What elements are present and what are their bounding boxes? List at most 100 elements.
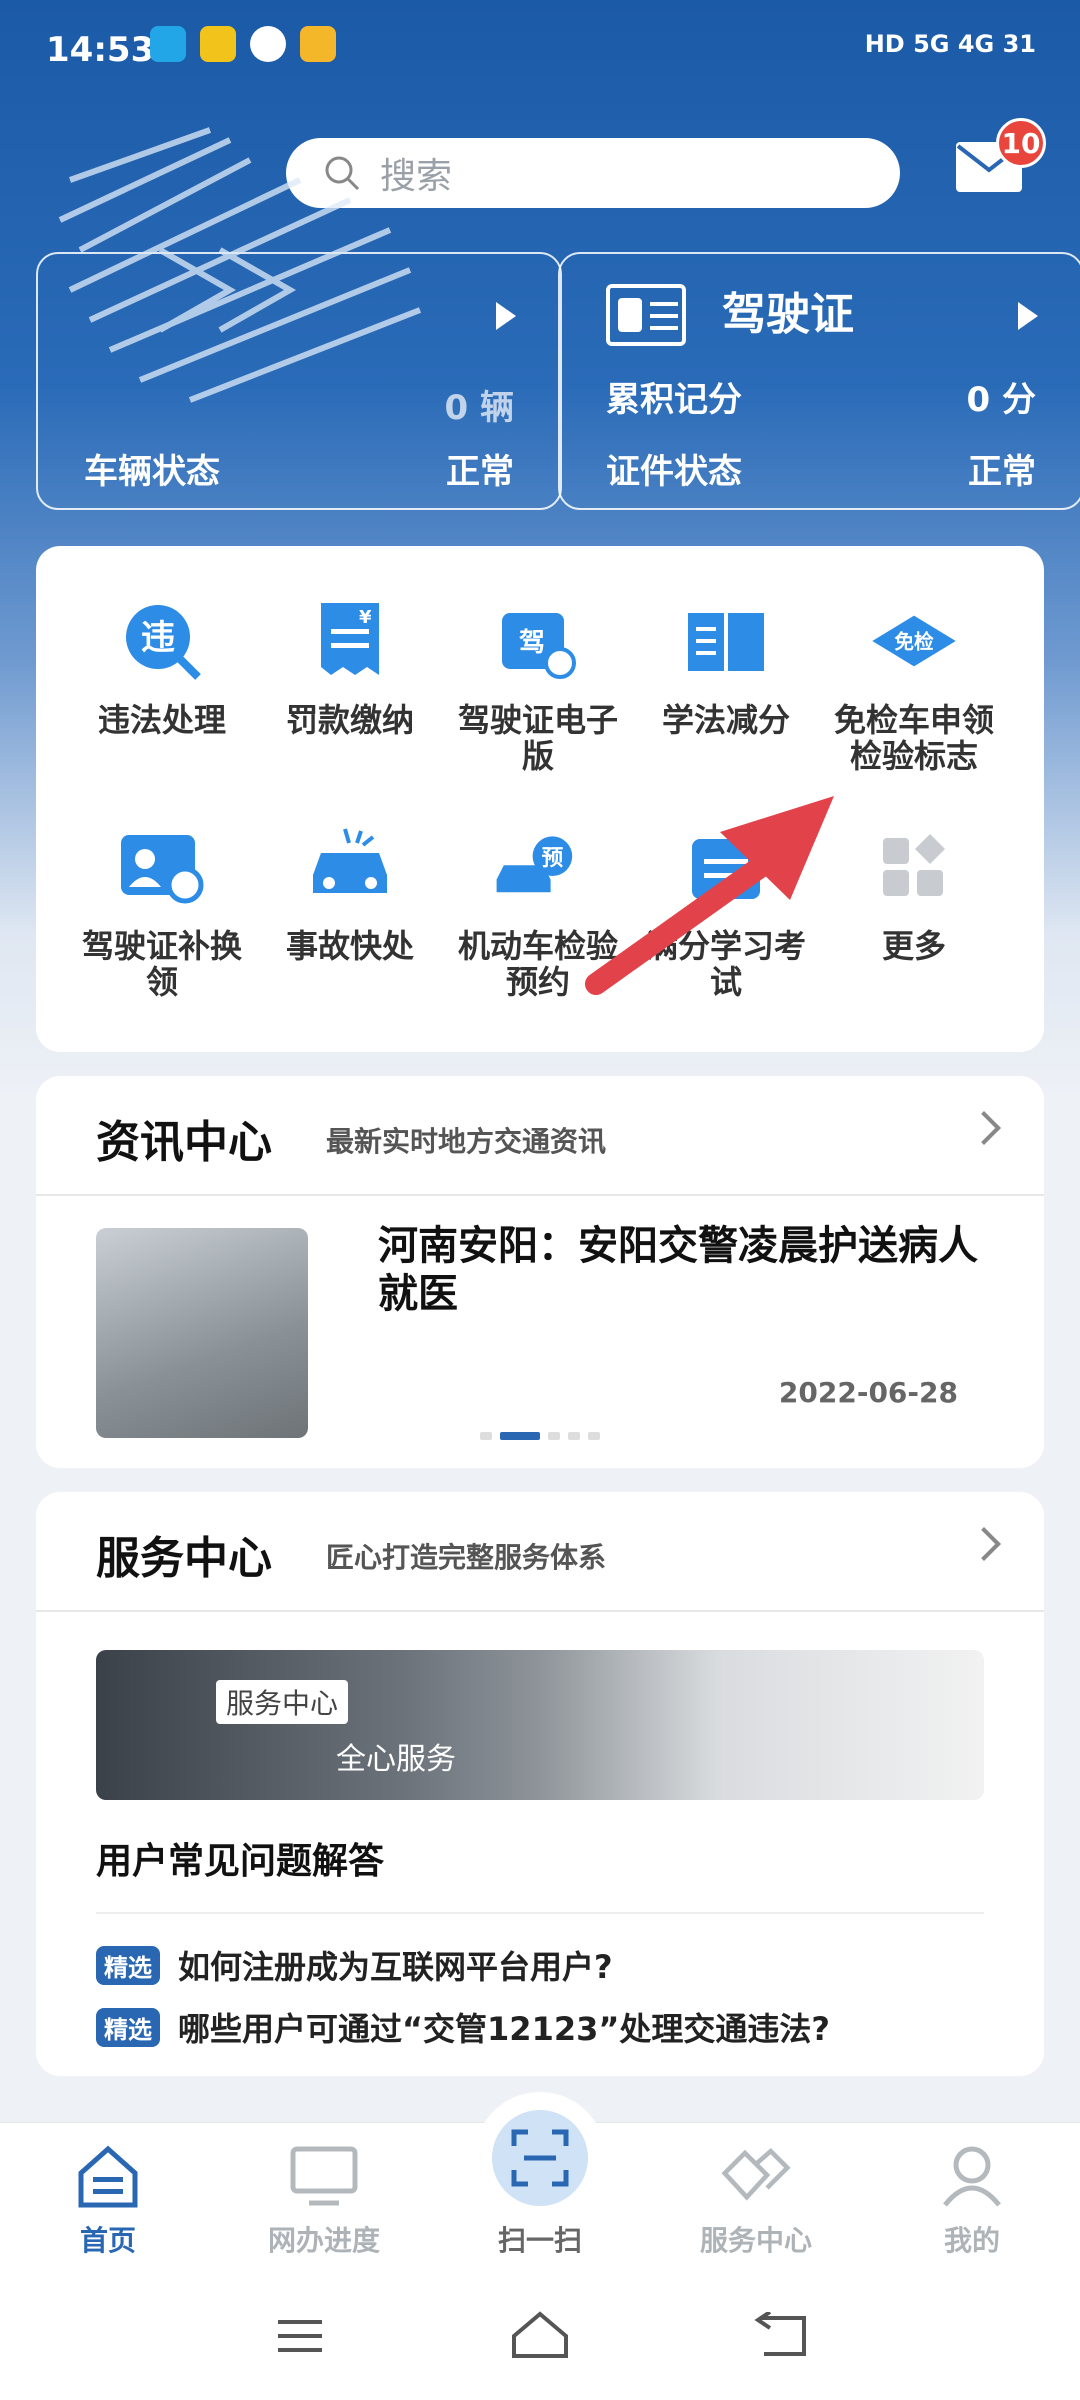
- service-label: 违法处理: [97, 701, 226, 739]
- monitor-icon: [290, 2146, 358, 2206]
- handshake-icon: [721, 2147, 791, 2201]
- violation-icon: 违: [126, 605, 201, 680]
- status-indicators: HD 5G 4G 31: [864, 30, 1036, 58]
- tab-label: 我的: [943, 2224, 1000, 2257]
- tab-label: 扫一扫: [497, 2224, 582, 2257]
- svg-text:¥: ¥: [359, 607, 372, 628]
- license-card-arrow-icon: [1018, 302, 1038, 330]
- vehicle-status-value: 正常: [446, 452, 514, 492]
- banner-tag: 服务中心: [216, 1680, 349, 1724]
- tab-profile[interactable]: 我的: [892, 2141, 1052, 2259]
- service-center-title: 服务中心: [96, 1533, 272, 1584]
- faq-heading: 用户常见问题解答: [96, 1841, 385, 1882]
- news-chevron-icon[interactable]: [967, 1111, 1001, 1145]
- news-subtitle: 最新实时地方交通资讯: [326, 1125, 607, 1158]
- service-e-license[interactable]: 驾 驾驶证电子版: [444, 596, 632, 774]
- e-license-icon: 驾: [502, 613, 576, 679]
- svg-text:预: 预: [542, 846, 564, 871]
- accident-car-icon: [313, 828, 387, 893]
- service-license-renew[interactable]: 驾驶证补换领: [68, 822, 256, 1000]
- tab-service-center[interactable]: 服务中心: [676, 2141, 836, 2259]
- service-label: 免检车申领检验标志: [833, 701, 994, 775]
- service-violation[interactable]: 违 违法处理: [68, 596, 256, 738]
- news-app-icon: [200, 26, 236, 62]
- exam-icon: [692, 839, 760, 899]
- service-center-chevron-icon[interactable]: [967, 1527, 1001, 1561]
- points-label: 累积记分: [606, 380, 742, 420]
- tab-home[interactable]: 首页: [28, 2141, 188, 2259]
- news-date: 2022-06-28: [778, 1376, 958, 1409]
- service-banner[interactable]: 服务中心 全心服务: [96, 1650, 984, 1800]
- system-nav-bar: [0, 2272, 1080, 2400]
- fine-payment-icon: ¥: [321, 603, 379, 675]
- svg-text:驾: 驾: [519, 628, 545, 658]
- service-label: 事故快处: [285, 927, 414, 965]
- user-icon: [943, 2146, 1001, 2207]
- home-nav-icon[interactable]: [510, 2310, 570, 2360]
- service-label: 罚款缴纳: [285, 701, 414, 739]
- menu-icon[interactable]: [276, 2316, 324, 2356]
- status-bar: 14:53 HD 5G 4G 31: [0, 0, 1080, 100]
- faq-text: 哪些用户可通过“交管12123”处理交通违法?: [178, 2010, 830, 2048]
- license-status-label: 证件状态: [606, 452, 742, 492]
- svg-text:违: 违: [141, 618, 175, 658]
- service-more[interactable]: 更多: [820, 822, 1008, 964]
- faq-tag: 精选: [96, 1945, 160, 1985]
- status-time: 14:53: [46, 30, 155, 70]
- tab-scan[interactable]: 扫一扫: [460, 2219, 620, 2259]
- news-panel: 资讯中心 最新实时地方交通资讯 河南安阳：安阳交警凌晨护送病人就医 2022-0…: [36, 1076, 1044, 1468]
- tab-label: 网办进度: [267, 2224, 380, 2257]
- service-inspection-booking[interactable]: 预 机动车检验预约: [444, 822, 632, 1000]
- service-accident[interactable]: 事故快处: [256, 822, 444, 964]
- news-thumbnail[interactable]: [96, 1228, 308, 1438]
- status-app-icons: [150, 26, 336, 62]
- license-status-value: 正常: [968, 452, 1036, 492]
- service-label: 学法减分: [661, 701, 790, 739]
- service-fine[interactable]: ¥ 罚款缴纳: [256, 596, 444, 738]
- faq-item[interactable]: 精选 如何注册成为互联网平台用户?: [96, 1942, 613, 1988]
- tab-label: 服务中心: [699, 2224, 812, 2257]
- service-inspection-exempt[interactable]: 免检 免检车申领检验标志: [820, 596, 1008, 774]
- tab-label: 首页: [79, 2224, 136, 2257]
- scan-button[interactable]: [474, 2092, 606, 2224]
- vehicle-status-label: 车辆状态: [84, 452, 220, 492]
- svg-text:免检: 免检: [894, 630, 934, 653]
- divider: [36, 1610, 1044, 1612]
- faq-tag: 精选: [96, 2007, 160, 2047]
- divider: [96, 1912, 984, 1914]
- service-exam[interactable]: 满分学习考试: [632, 822, 820, 1000]
- scan-icon: [511, 2129, 569, 2187]
- license-renew-icon: [121, 835, 204, 904]
- faq-item[interactable]: 精选 哪些用户可通过“交管12123”处理交通违法?: [96, 2004, 830, 2050]
- qq-icon: [150, 26, 186, 62]
- tab-progress[interactable]: 网办进度: [244, 2141, 404, 2259]
- more-grid-icon: [883, 834, 945, 896]
- service-label: 更多: [881, 927, 946, 965]
- service-label: 驾驶证补换领: [81, 927, 242, 1001]
- banner-subtitle: 全心服务: [336, 1742, 456, 1777]
- vehicle-count: 0 辆: [444, 388, 515, 428]
- mail-button[interactable]: 10: [954, 118, 1046, 196]
- service-label: 满分学习考试: [645, 927, 806, 1001]
- service-grid: 违 违法处理 ¥ 罚款缴纳 驾 驾驶证电子版 学法减分 免检 免检车申领检验标志…: [36, 546, 1044, 1052]
- message-icon: [250, 26, 286, 62]
- news-title: 资讯中心: [96, 1117, 272, 1168]
- faq-text: 如何注册成为互联网平台用户?: [178, 1948, 613, 1986]
- service-label: 驾驶证电子版: [457, 701, 618, 775]
- license-card[interactable]: 驾驶证 累积记分 0 分 证件状态 正常: [558, 252, 1080, 510]
- vehicle-card-arrow-icon: [496, 302, 516, 330]
- service-label: 机动车检验预约: [457, 927, 618, 1001]
- service-center-panel: 服务中心 匠心打造完整服务体系 服务中心 全心服务 用户常见问题解答 精选 如何…: [36, 1492, 1044, 2076]
- news-headline[interactable]: 河南安阳：安阳交警凌晨护送病人就医: [378, 1222, 978, 1318]
- license-title: 驾驶证: [722, 289, 854, 340]
- back-icon[interactable]: [752, 2312, 808, 2358]
- service-center-subtitle: 匠心打造完整服务体系: [326, 1541, 607, 1574]
- study-book-icon: [688, 613, 764, 671]
- service-study[interactable]: 学法减分: [632, 596, 820, 738]
- mail-badge: 10: [996, 118, 1046, 168]
- points-value: 0 分: [966, 380, 1037, 420]
- inspection-booking-icon: 预: [496, 836, 573, 893]
- home-icon: [78, 2145, 138, 2208]
- inspection-exempt-icon: 免检: [872, 615, 956, 667]
- game-app-icon: [300, 26, 336, 62]
